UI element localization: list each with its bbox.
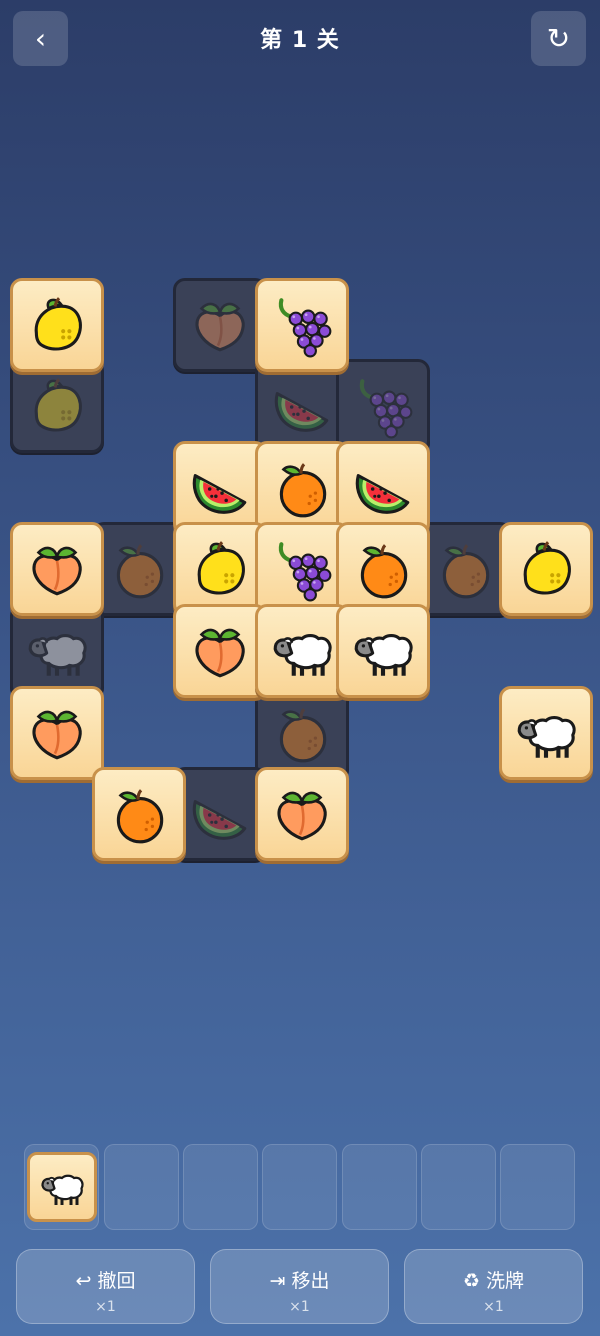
lemon-icon	[523, 541, 571, 595]
sheep-icon	[28, 633, 87, 676]
tray-slot	[500, 1144, 575, 1230]
shuffle-label: ♻ 洗牌	[462, 1270, 525, 1292]
tile-watermelon[interactable]	[336, 441, 430, 535]
orange-icon	[279, 708, 327, 763]
tray-slot	[104, 1144, 179, 1230]
peach-icon	[195, 628, 245, 678]
refresh-icon: ↻	[546, 22, 571, 55]
watermelon-icon	[192, 474, 247, 514]
tile-sheep[interactable]	[255, 604, 349, 698]
tray-slot	[262, 1144, 337, 1230]
shuffle-count: ×1	[483, 1299, 504, 1315]
tile-lemon[interactable]	[10, 278, 104, 372]
tile-sheep[interactable]	[499, 686, 593, 780]
peach-icon	[32, 546, 82, 596]
grapes-icon	[359, 379, 413, 439]
tile-lemon[interactable]	[173, 522, 267, 616]
sheep-icon	[273, 633, 332, 676]
tray-tile-sheep	[27, 1152, 97, 1222]
move-out-count: ×1	[289, 1299, 310, 1315]
tray-slot	[183, 1144, 258, 1230]
tile-peach[interactable]	[10, 686, 104, 780]
orange-icon	[279, 463, 327, 518]
tile-orange	[418, 522, 512, 616]
orange-icon	[442, 544, 490, 599]
undo-button[interactable]: ↩ 撤回 ×1	[16, 1249, 195, 1324]
tile-lemon[interactable]	[499, 522, 593, 616]
tile-orange[interactable]	[92, 767, 186, 861]
undo-label: ↩ 撤回	[75, 1270, 136, 1292]
watermelon-icon	[355, 474, 410, 514]
tile-watermelon[interactable]	[173, 441, 267, 535]
move-out-button[interactable]: ⇥ 移出 ×1	[210, 1249, 389, 1324]
move-out-label: ⇥ 移出	[269, 1270, 330, 1292]
undo-count: ×1	[95, 1299, 116, 1315]
orange-icon	[116, 544, 164, 599]
orange-icon	[116, 789, 164, 844]
sheep-icon	[41, 1174, 84, 1205]
lemon-icon	[197, 541, 245, 595]
level-title: 第 1 关	[260, 28, 340, 53]
tile-peach[interactable]	[255, 767, 349, 861]
tile-peach[interactable]	[10, 522, 104, 616]
tile-sheep	[10, 604, 104, 698]
tile-watermelon	[173, 767, 267, 861]
tile-grapes	[336, 359, 430, 453]
peach-icon	[32, 710, 82, 760]
grapes-icon	[278, 542, 332, 602]
tile-grapes[interactable]	[255, 522, 349, 616]
shuffle-button[interactable]: ♻ 洗牌 ×1	[404, 1249, 583, 1324]
lemon-icon	[34, 378, 82, 432]
orange-icon	[360, 544, 408, 599]
tile-peach[interactable]	[173, 604, 267, 698]
grapes-icon	[278, 298, 332, 358]
restart-button[interactable]: ↻	[531, 11, 586, 66]
peach-icon	[277, 791, 327, 841]
lemon-icon	[34, 297, 82, 351]
watermelon-icon	[192, 800, 247, 840]
peach-icon	[195, 302, 245, 352]
tile-lemon	[10, 359, 104, 453]
tile-sheep[interactable]	[336, 604, 430, 698]
sheep-icon	[354, 633, 413, 676]
tile-peach	[173, 278, 267, 372]
tile-watermelon	[255, 359, 349, 453]
tray-slot	[342, 1144, 417, 1230]
tile-orange[interactable]	[255, 441, 349, 535]
tray-slot	[421, 1144, 496, 1230]
tile-orange	[92, 522, 186, 616]
sheep-icon	[517, 715, 576, 758]
watermelon-icon	[274, 392, 329, 432]
tile-orange[interactable]	[336, 522, 430, 616]
tile-orange	[255, 686, 349, 780]
tile-grapes[interactable]	[255, 278, 349, 372]
